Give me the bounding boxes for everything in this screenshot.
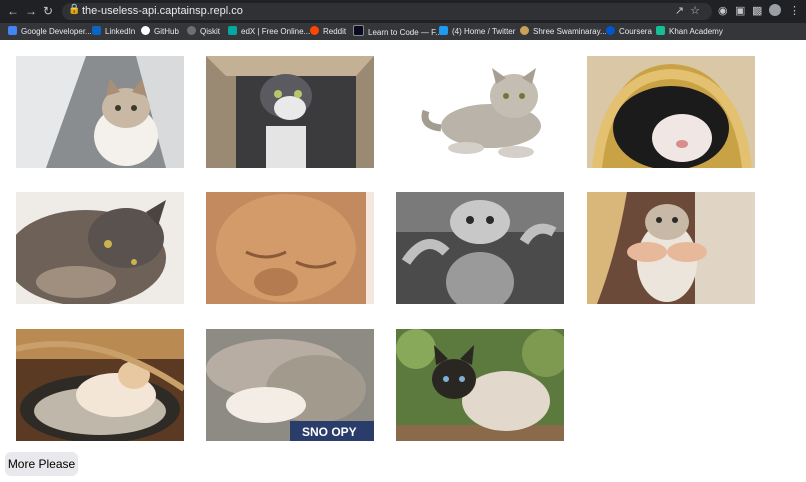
bookmark-github[interactable]: GitHub bbox=[141, 25, 179, 38]
avatar[interactable] bbox=[769, 4, 781, 16]
cat-photo bbox=[16, 192, 184, 304]
cat-photo bbox=[396, 329, 564, 441]
edx-icon bbox=[228, 26, 237, 35]
cat-photo bbox=[206, 192, 374, 304]
cat-photo bbox=[396, 56, 564, 168]
linkedin-icon bbox=[92, 26, 101, 35]
svg-text:SNO OPY: SNO OPY bbox=[302, 425, 357, 439]
share-star-icons[interactable]: ↗☆ bbox=[675, 4, 706, 17]
lock-icon: 🔒 bbox=[68, 4, 81, 15]
extension-icon[interactable]: ◉ bbox=[718, 4, 728, 17]
bookmark-reddit[interactable]: Reddit bbox=[310, 25, 346, 38]
address-bar[interactable]: 🔒 the-useless-api.captainsp.repl.co ↗☆ bbox=[62, 3, 712, 20]
swaminarayan-icon bbox=[520, 26, 529, 35]
puzzle-icon[interactable]: ▣ bbox=[735, 4, 745, 17]
bookmark-linkedin[interactable]: LinkedIn bbox=[92, 25, 135, 38]
freecodecamp-icon bbox=[353, 25, 364, 36]
forward-icon[interactable]: → bbox=[25, 3, 37, 19]
bookmarks-bar: Google Developer... LinkedIn GitHub Qisk… bbox=[0, 23, 806, 40]
cat-photo bbox=[16, 56, 184, 168]
cat-photo bbox=[587, 192, 755, 304]
reddit-icon bbox=[310, 26, 319, 35]
cat-photo bbox=[587, 56, 755, 168]
back-icon[interactable]: ← bbox=[7, 3, 19, 19]
sidepanel-icon[interactable]: ▩ bbox=[752, 4, 762, 17]
more-please-button[interactable]: More Please bbox=[5, 452, 78, 476]
browser-toolbar: ← → ↻ 🔒 the-useless-api.captainsp.repl.c… bbox=[0, 0, 806, 23]
google-developer-icon bbox=[8, 26, 17, 35]
bookmark-edx[interactable]: edX | Free Online... bbox=[228, 25, 310, 38]
khan-academy-icon bbox=[656, 26, 665, 35]
coursera-icon bbox=[606, 26, 615, 35]
cat-photo bbox=[396, 192, 564, 304]
cat-photo bbox=[206, 56, 374, 168]
github-icon bbox=[141, 26, 150, 35]
bookmark-twitter[interactable]: (4) Home / Twitter bbox=[439, 25, 515, 38]
url-text: the-useless-api.captainsp.repl.co bbox=[82, 5, 243, 17]
twitter-icon bbox=[439, 26, 448, 35]
bookmark-swaminarayan[interactable]: Shree Swaminaray... bbox=[520, 25, 607, 38]
reload-icon[interactable]: ↻ bbox=[43, 3, 53, 19]
bookmark-google-developer[interactable]: Google Developer... bbox=[8, 25, 92, 38]
bookmark-khan-academy[interactable]: Khan Academy bbox=[656, 25, 723, 38]
bookmark-qiskit[interactable]: Qiskit bbox=[187, 25, 220, 38]
menu-icon[interactable]: ⋮ bbox=[789, 4, 800, 17]
qiskit-icon bbox=[187, 26, 196, 35]
bookmark-freecodecamp[interactable]: Learn to Code — F... bbox=[353, 25, 442, 39]
bookmark-coursera[interactable]: Coursera bbox=[606, 25, 652, 38]
cat-photo bbox=[16, 329, 184, 441]
cat-photo: SNO OPY bbox=[206, 329, 374, 441]
